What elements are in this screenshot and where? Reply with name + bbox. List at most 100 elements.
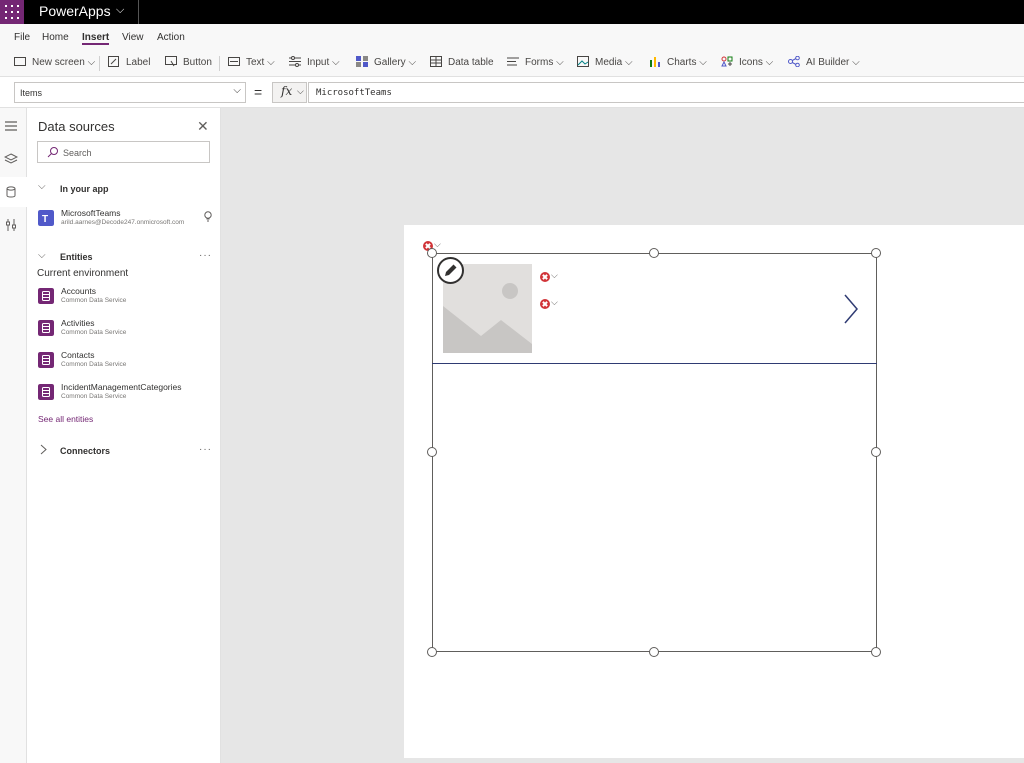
resize-handle[interactable] (871, 248, 881, 258)
data-table-icon (430, 56, 442, 67)
next-arrow-icon[interactable] (843, 293, 859, 325)
data-source-account: arild.aarnes@Decode247.onmicrosoft.com (61, 219, 185, 226)
equals-sign: = (254, 84, 263, 100)
entity-name: Accounts (61, 286, 96, 296)
list-item[interactable]: Contacts Common Data Service (37, 350, 212, 378)
teams-icon: T (38, 210, 54, 226)
entity-name: Activities (61, 318, 95, 328)
formula-text: MicrosoftTeams (316, 88, 392, 98)
resize-handle[interactable] (427, 447, 437, 457)
chevron-down-icon[interactable]: ⌵ (38, 250, 46, 261)
section-connectors[interactable]: Connectors (60, 446, 110, 456)
left-rail (0, 108, 27, 763)
formula-input[interactable]: MicrosoftTeams (308, 82, 1024, 103)
resize-handle[interactable] (649, 647, 659, 657)
menu-insert[interactable]: Insert (82, 32, 109, 43)
layers-icon[interactable] (4, 152, 18, 166)
data-source-name: MicrosoftTeams (61, 208, 121, 218)
search-placeholder: Search (63, 148, 92, 158)
forms-icon (507, 57, 519, 66)
panel-title: Data sources (38, 119, 115, 134)
entity-icon (38, 352, 54, 368)
button-icon (165, 56, 177, 67)
list-item[interactable]: Accounts Common Data Service (37, 286, 212, 314)
lightbulb-icon[interactable] (204, 211, 212, 223)
tools-icon[interactable] (4, 218, 18, 232)
entity-icon (38, 384, 54, 400)
list-item[interactable]: Activities Common Data Service (37, 318, 212, 346)
close-icon[interactable]: ✕ (197, 118, 209, 135)
icons-button[interactable]: Icons ⌵ (739, 57, 773, 68)
input-button[interactable]: Input ⌵ (307, 57, 340, 68)
button-button[interactable]: Button (183, 57, 212, 68)
resize-handle[interactable] (427, 248, 437, 258)
text-icon (228, 57, 240, 66)
app-title[interactable]: PowerApps (39, 3, 111, 19)
new-screen-button[interactable]: New screen ⌵ (32, 57, 95, 68)
chevron-down-icon[interactable]: ⌵ (551, 297, 558, 308)
entity-name: IncidentManagementCategories (61, 382, 182, 392)
section-entities[interactable]: Entities (60, 252, 93, 262)
property-dropdown[interactable]: Items ⌵ (14, 82, 246, 103)
entity-name: Contacts (61, 350, 95, 360)
menu-file[interactable]: File (14, 32, 30, 43)
gallery-icon (356, 56, 368, 67)
fx-button[interactable]: fx ⌵ (272, 82, 307, 103)
icons-icon (721, 56, 733, 67)
list-item[interactable]: T MicrosoftTeams arild.aarnes@Decode247.… (37, 208, 212, 236)
chevron-down-icon[interactable]: ⌵ (551, 270, 558, 281)
gallery-button[interactable]: Gallery ⌵ (374, 57, 416, 68)
more-options-icon[interactable]: ··· (199, 250, 212, 261)
section-in-your-app[interactable]: In your app (60, 184, 109, 194)
chevron-right-icon[interactable] (40, 444, 47, 455)
database-icon[interactable] (4, 185, 18, 199)
entity-icon (38, 288, 54, 304)
menu-view[interactable]: View (122, 32, 144, 43)
see-all-entities-link[interactable]: See all entities (38, 414, 93, 424)
forms-button[interactable]: Forms ⌵ (525, 57, 564, 68)
edit-gallery-button[interactable] (437, 257, 464, 284)
chevron-down-icon: ⌵ (233, 85, 241, 96)
text-button[interactable]: Text ⌵ (246, 57, 275, 68)
property-value: Items (20, 88, 43, 98)
list-item[interactable]: IncidentManagementCategories Common Data… (37, 382, 212, 410)
environment-label: Current environment (37, 268, 129, 279)
error-icon[interactable] (540, 272, 550, 282)
media-button[interactable]: Media ⌵ (595, 57, 633, 68)
resize-handle[interactable] (649, 248, 659, 258)
fx-icon: fx (281, 84, 293, 98)
pencil-icon (445, 264, 457, 276)
entity-source: Common Data Service (61, 297, 127, 304)
chevron-down-icon: ⌵ (297, 86, 304, 96)
search-input[interactable]: Search (37, 141, 210, 163)
ai-builder-button[interactable]: AI Builder ⌵ (806, 57, 860, 68)
label-button[interactable]: Label (126, 57, 150, 68)
app-header: PowerApps ⌵ (0, 0, 1024, 24)
resize-handle[interactable] (871, 447, 881, 457)
menu-home[interactable]: Home (42, 32, 69, 43)
svg-text:T: T (42, 214, 48, 225)
resize-handle[interactable] (871, 647, 881, 657)
label-icon (108, 56, 119, 67)
hamburger-menu-icon[interactable] (4, 119, 18, 133)
app-launcher-icon[interactable] (0, 0, 24, 24)
divider (138, 0, 139, 24)
ai-builder-icon (788, 56, 800, 67)
divider (99, 56, 100, 71)
entity-icon (38, 320, 54, 336)
entity-source: Common Data Service (61, 361, 127, 368)
error-icon[interactable] (540, 299, 550, 309)
ribbon: New screen ⌵ Label Button Text ⌵ Input ⌵… (0, 50, 1024, 77)
chevron-down-icon[interactable]: ⌵ (116, 4, 124, 17)
input-icon (289, 56, 301, 67)
data-table-button[interactable]: Data table (448, 57, 494, 68)
charts-button[interactable]: Charts ⌵ (667, 57, 707, 68)
chevron-down-icon[interactable]: ⌵ (38, 181, 46, 192)
divider (219, 56, 220, 71)
menu-action[interactable]: Action (157, 32, 185, 43)
resize-handle[interactable] (427, 647, 437, 657)
menu-bar: File Home Insert View Action (0, 24, 1024, 50)
entity-source: Common Data Service (61, 329, 127, 336)
more-options-icon[interactable]: ··· (199, 444, 212, 455)
media-icon (577, 56, 589, 67)
